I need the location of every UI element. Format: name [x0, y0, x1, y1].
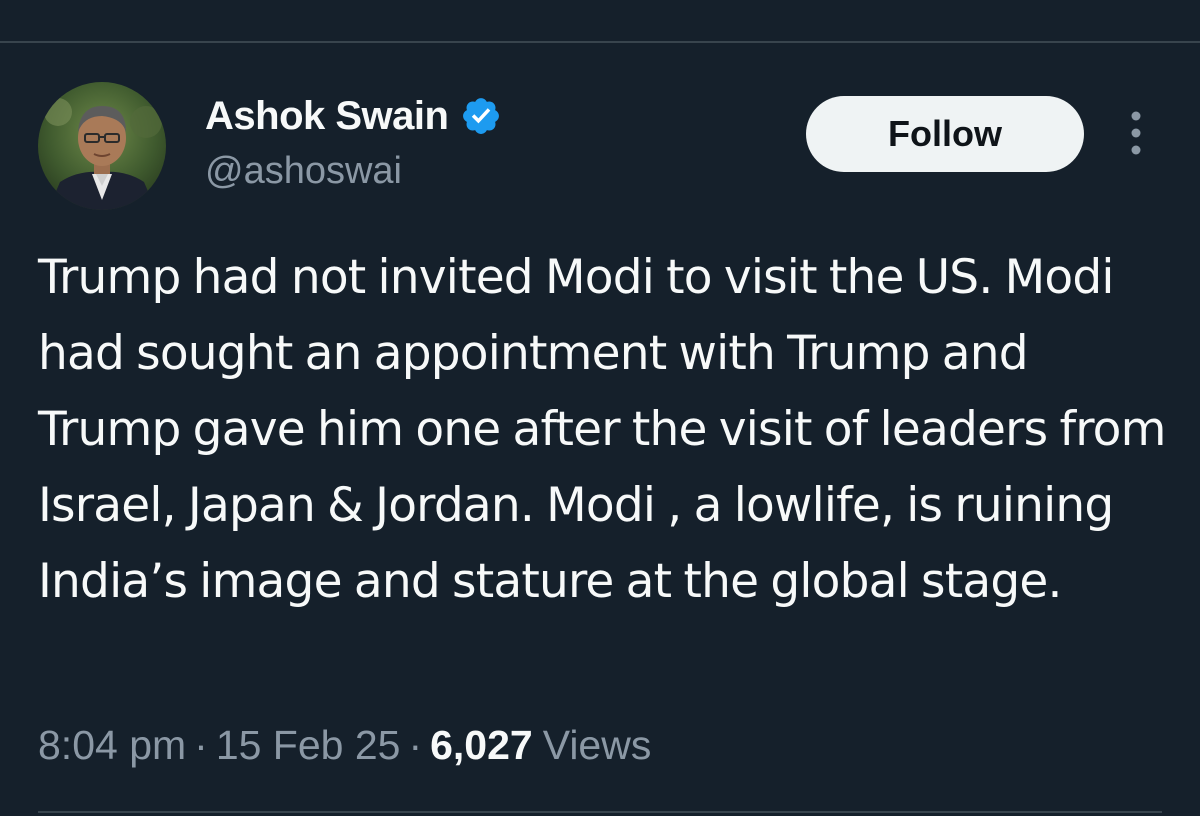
meta-separator: · — [194, 721, 208, 768]
author-display-name[interactable]: Ashok Swain — [205, 94, 449, 139]
avatar-photo — [38, 82, 166, 210]
more-options-icon[interactable] — [1116, 108, 1156, 158]
tweet-text: Trump had not invited Modi to visit the … — [38, 250, 1166, 609]
verified-badge-icon — [460, 95, 502, 137]
tweet-time[interactable]: 8:04 pm — [38, 722, 186, 769]
top-divider — [0, 41, 1200, 43]
tweet-date[interactable]: 15 Feb 25 — [216, 722, 401, 769]
tweet-meta: 8:04 pm · 15 Feb 25 · 6,027 Views — [38, 717, 651, 773]
views-label: Views — [542, 721, 652, 768]
author-handle[interactable]: @ashoswai — [205, 150, 402, 193]
meta-separator: · — [408, 721, 423, 768]
avatar[interactable] — [38, 82, 166, 210]
follow-button[interactable]: Follow — [806, 96, 1084, 172]
author-name-row[interactable]: Ashok Swain — [205, 91, 502, 141]
views-count: 6,027 — [430, 721, 533, 768]
bottom-divider — [38, 811, 1162, 813]
